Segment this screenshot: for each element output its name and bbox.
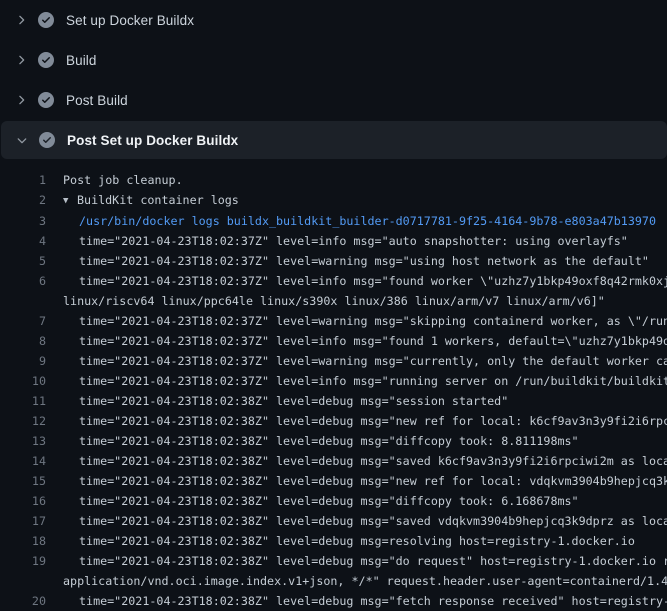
line-number[interactable]: 12	[0, 411, 46, 431]
log-text: time="2021-04-23T18:02:38Z" level=debug …	[46, 491, 579, 511]
line-number[interactable]: 19	[0, 551, 46, 571]
log-text: time="2021-04-23T18:02:37Z" level=info m…	[46, 331, 667, 351]
log-text: time="2021-04-23T18:02:38Z" level=debug …	[46, 411, 667, 431]
log-line-16: 16time="2021-04-23T18:02:38Z" level=debu…	[0, 491, 667, 511]
chevron-right-icon	[13, 92, 29, 108]
log-line-17: 17time="2021-04-23T18:02:38Z" level=debu…	[0, 511, 667, 531]
log-text: time="2021-04-23T18:02:38Z" level=debug …	[46, 531, 635, 551]
check-circle-icon	[38, 12, 54, 28]
step-label: Set up Docker Buildx	[66, 13, 194, 28]
log-line-12: 12time="2021-04-23T18:02:38Z" level=debu…	[0, 411, 667, 431]
step-header-build[interactable]: Build	[0, 40, 667, 80]
log-text: time="2021-04-23T18:02:38Z" level=debug …	[46, 431, 579, 451]
step-label: Post Build	[66, 93, 128, 108]
log-line-5: 5time="2021-04-23T18:02:37Z" level=warni…	[0, 251, 667, 271]
log-line-2: 2▼BuildKit container logs	[0, 190, 667, 211]
line-number[interactable]: 17	[0, 511, 46, 531]
log-command-text: /usr/bin/docker logs buildx_buildkit_bui…	[46, 211, 656, 231]
step-label: Post Set up Docker Buildx	[67, 133, 238, 148]
line-number	[0, 291, 46, 311]
line-number[interactable]: 16	[0, 491, 46, 511]
log-line-10: 10time="2021-04-23T18:02:37Z" level=info…	[0, 371, 667, 391]
step-header-set-up-docker-buildx[interactable]: Set up Docker Buildx	[0, 0, 667, 40]
log-text: time="2021-04-23T18:02:37Z" level=info m…	[46, 371, 667, 391]
log-line-18: 18time="2021-04-23T18:02:38Z" level=debu…	[0, 531, 667, 551]
log-text: time="2021-04-23T18:02:38Z" level=debug …	[46, 511, 667, 531]
check-circle-icon	[39, 132, 55, 148]
log-line-6: 6time="2021-04-23T18:02:37Z" level=info …	[0, 271, 667, 291]
log-line-9: 9time="2021-04-23T18:02:37Z" level=warni…	[0, 351, 667, 371]
log-line-continuation: application/vnd.oci.image.index.v1+json,…	[0, 571, 667, 591]
log-text: application/vnd.oci.image.index.v1+json,…	[46, 571, 667, 591]
line-number[interactable]: 7	[0, 311, 46, 331]
log-text: time="2021-04-23T18:02:38Z" level=debug …	[46, 591, 667, 611]
step-header-post-set-up-docker-buildx[interactable]: Post Set up Docker Buildx	[1, 121, 667, 159]
line-number[interactable]: 6	[0, 271, 46, 291]
line-number[interactable]: 14	[0, 451, 46, 471]
line-number[interactable]: 13	[0, 431, 46, 451]
log-text: time="2021-04-23T18:02:38Z" level=debug …	[46, 391, 508, 411]
line-number[interactable]: 10	[0, 371, 46, 391]
log-text: time="2021-04-23T18:02:37Z" level=warnin…	[46, 251, 649, 271]
line-number	[0, 571, 46, 591]
check-circle-icon	[38, 92, 54, 108]
step-label: Build	[66, 53, 97, 68]
log-text: time="2021-04-23T18:02:37Z" level=warnin…	[46, 351, 667, 371]
chevron-right-icon	[13, 52, 29, 68]
log-group-toggle[interactable]: ▼BuildKit container logs	[46, 190, 239, 211]
log-text: time="2021-04-23T18:02:38Z" level=debug …	[46, 471, 667, 491]
chevron-down-icon	[14, 132, 30, 148]
line-number[interactable]: 18	[0, 531, 46, 551]
log-line-20: 20time="2021-04-23T18:02:38Z" level=debu…	[0, 591, 667, 611]
line-number[interactable]: 4	[0, 231, 46, 251]
line-number[interactable]: 11	[0, 391, 46, 411]
log-text: time="2021-04-23T18:02:38Z" level=debug …	[46, 551, 667, 571]
line-number[interactable]: 15	[0, 471, 46, 491]
job-steps-list: Set up Docker Buildx Build Post Build Post …	[0, 0, 667, 159]
log-text: Post job cleanup.	[46, 170, 183, 190]
check-circle-icon	[38, 52, 54, 68]
log-line-11: 11time="2021-04-23T18:02:38Z" level=debu…	[0, 391, 667, 411]
step-header-post-build[interactable]: Post Build	[0, 80, 667, 120]
log-line-4: 4time="2021-04-23T18:02:37Z" level=info …	[0, 231, 667, 251]
log-text: linux/riscv64 linux/ppc64le linux/s390x …	[46, 291, 605, 311]
log-line-19: 19time="2021-04-23T18:02:38Z" level=debu…	[0, 551, 667, 571]
log-line-8: 8time="2021-04-23T18:02:37Z" level=info …	[0, 331, 667, 351]
log-text: time="2021-04-23T18:02:38Z" level=debug …	[46, 451, 667, 471]
log-line-13: 13time="2021-04-23T18:02:38Z" level=debu…	[0, 431, 667, 451]
line-number[interactable]: 9	[0, 351, 46, 371]
log-line-15: 15time="2021-04-23T18:02:38Z" level=debu…	[0, 471, 667, 491]
line-number[interactable]: 8	[0, 331, 46, 351]
line-number[interactable]: 3	[0, 211, 46, 231]
log-text: time="2021-04-23T18:02:37Z" level=warnin…	[46, 311, 667, 331]
line-number[interactable]: 1	[0, 170, 46, 190]
line-number[interactable]: 2	[0, 190, 46, 211]
log-line-3: 3/usr/bin/docker logs buildx_buildkit_bu…	[0, 211, 667, 231]
log-viewer: 1Post job cleanup.2▼BuildKit container l…	[0, 170, 667, 611]
chevron-right-icon	[13, 12, 29, 28]
log-line-continuation: linux/riscv64 linux/ppc64le linux/s390x …	[0, 291, 667, 311]
line-number[interactable]: 5	[0, 251, 46, 271]
log-text: time="2021-04-23T18:02:37Z" level=info m…	[46, 231, 628, 251]
log-line-7: 7time="2021-04-23T18:02:37Z" level=warni…	[0, 311, 667, 331]
log-line-1: 1Post job cleanup.	[0, 170, 667, 190]
line-number[interactable]: 20	[0, 591, 46, 611]
log-group-label: BuildKit container logs	[77, 193, 239, 207]
log-text: time="2021-04-23T18:02:37Z" level=info m…	[46, 271, 667, 291]
log-line-14: 14time="2021-04-23T18:02:38Z" level=debu…	[0, 451, 667, 471]
triangle-down-icon: ▼	[63, 191, 77, 211]
